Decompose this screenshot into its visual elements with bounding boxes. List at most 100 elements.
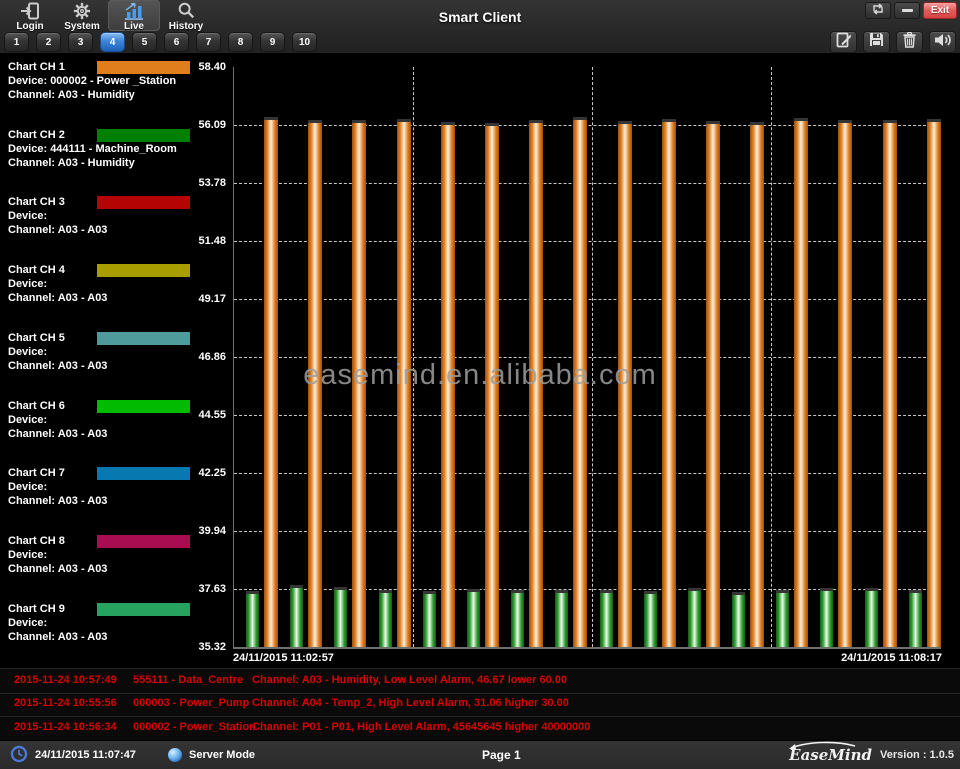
channel-color-swatch <box>97 196 190 209</box>
orange-bar <box>573 117 587 647</box>
exit-button[interactable]: Exit <box>923 2 957 19</box>
channel-entry[interactable]: Chart CH 4Device:Channel: A03 - A03 <box>8 263 192 309</box>
orange-bar <box>397 119 411 647</box>
h-gridline <box>234 183 941 184</box>
green-bar <box>379 590 392 647</box>
channel-entry[interactable]: Chart CH 3Device:Channel: A03 - A03 <box>8 195 192 241</box>
nav-item-history[interactable]: History <box>160 0 212 31</box>
h-gridline <box>234 415 941 416</box>
brand-name: EaseMind <box>789 746 872 764</box>
channel-device: Device: <box>8 480 192 494</box>
nav-items: LoginSystemLive History <box>4 0 212 31</box>
channel-entry[interactable]: Chart CH 7Device:Channel: A03 - A03 <box>8 466 192 512</box>
nav-item-system[interactable]: System <box>56 0 108 31</box>
channel-channel: Channel: A03 - Humidity <box>8 88 192 102</box>
speaker-icon <box>934 32 952 53</box>
y-tick-label: 42.25 <box>180 466 226 480</box>
orange-bar <box>706 121 720 647</box>
system-icon <box>72 2 92 20</box>
channel-entry[interactable]: Chart CH 2Device: 444111 - Machine_RoomC… <box>8 128 192 174</box>
orange-bar <box>662 119 676 647</box>
tab-6[interactable]: 6 <box>164 32 189 52</box>
green-bar <box>555 590 568 647</box>
channel-color-swatch <box>97 129 190 142</box>
server-status-icon <box>168 748 182 762</box>
alarm-row[interactable]: 2015-11-24 10:55:56000003 - Power_PumpCh… <box>0 692 960 717</box>
tab-4[interactable]: 4 <box>100 32 125 52</box>
channel-channel: Channel: A03 - A03 <box>8 494 192 508</box>
orange-bar <box>750 122 764 647</box>
orange-bar <box>308 120 322 647</box>
status-bar: 24/11/2015 11:07:47 Server Mode Page 1 E… <box>0 740 960 769</box>
nav-item-live[interactable]: Live <box>108 0 160 31</box>
tab-9[interactable]: 9 <box>260 32 285 52</box>
v-gridline <box>592 67 593 647</box>
volume-button[interactable] <box>929 31 956 53</box>
channel-entry[interactable]: Chart CH 9Device:Channel: A03 - A03 <box>8 602 192 648</box>
channel-channel: Channel: A03 - A03 <box>8 427 192 441</box>
orange-bar <box>883 120 897 647</box>
orange-bar <box>529 120 543 647</box>
channel-device: Device: <box>8 209 192 223</box>
green-bar <box>820 588 833 647</box>
alarm-row[interactable]: 2015-11-24 10:57:49555111 - Data_CentreC… <box>0 668 960 694</box>
minimize-icon <box>902 9 913 12</box>
channel-device: Device: <box>8 345 192 359</box>
h-gridline <box>234 125 941 126</box>
channel-entry[interactable]: Chart CH 5Device:Channel: A03 - A03 <box>8 331 192 377</box>
green-bar <box>290 585 303 647</box>
bar-chart-plot[interactable] <box>233 67 941 649</box>
history-icon <box>176 2 196 20</box>
switch-window-button[interactable] <box>865 2 891 19</box>
alarm-device: 000003 - Power_Pump <box>133 697 249 709</box>
channel-entry[interactable]: Chart CH 6Device:Channel: A03 - A03 <box>8 399 192 445</box>
channel-channel: Channel: A03 - A03 <box>8 630 192 644</box>
header-bar: LoginSystemLiveHistory Smart Client Exit… <box>0 0 960 54</box>
tab-2[interactable]: 2 <box>36 32 61 52</box>
page-indicator: Page 1 <box>482 741 521 769</box>
channel-entry[interactable]: Chart CH 8Device:Channel: A03 - A03 <box>8 534 192 580</box>
alarm-time: 2015-11-24 10:56:34 <box>14 721 117 733</box>
edit-button[interactable] <box>830 31 857 53</box>
channel-color-swatch <box>97 603 190 616</box>
nav-item-login[interactable]: Login <box>4 0 56 31</box>
y-tick-label: 39.94 <box>180 524 226 538</box>
tab-10[interactable]: 10 <box>292 32 317 52</box>
page-tabs: 123456789 10 <box>4 32 317 52</box>
v-gridline <box>771 67 772 647</box>
save-button[interactable] <box>863 31 890 53</box>
y-tick-label: 58.40 <box>180 60 226 74</box>
y-tick-label: 46.86 <box>180 350 226 364</box>
switch-window-icon <box>871 2 885 20</box>
alarm-device: 555111 - Data_Centre <box>133 674 243 686</box>
y-tick-label: 51.48 <box>180 234 226 248</box>
x-axis-end-label: 24/11/2015 11:08:17 <box>841 652 942 664</box>
channel-device: Device: <box>8 616 192 630</box>
h-gridline <box>234 299 941 300</box>
tab-8[interactable]: 8 <box>228 32 253 52</box>
alarm-time: 2015-11-24 10:57:49 <box>14 674 117 686</box>
green-bar <box>600 590 613 647</box>
tab-7[interactable]: 7 <box>196 32 221 52</box>
orange-bar <box>838 120 852 647</box>
live-icon <box>123 2 145 20</box>
nav-item-label: History <box>169 21 203 32</box>
orange-bar <box>794 118 808 647</box>
tab-5[interactable]: 5 <box>132 32 157 52</box>
channel-entry[interactable]: Chart CH 1Device: 000002 - Power _Statio… <box>8 60 192 106</box>
delete-button[interactable] <box>896 31 923 53</box>
y-axis-labels: 58.4056.0953.7851.4849.1746.8644.5542.25… <box>180 54 228 668</box>
orange-bar <box>352 120 366 647</box>
v-gridline <box>413 67 414 647</box>
edit-icon <box>835 32 853 53</box>
channel-color-swatch <box>97 535 190 548</box>
orange-bar <box>927 119 941 647</box>
channel-color-swatch <box>97 467 190 480</box>
y-tick-label: 37.63 <box>180 582 226 596</box>
orange-bar <box>485 123 499 647</box>
tab-1[interactable]: 1 <box>4 32 29 52</box>
alarm-time: 2015-11-24 10:55:56 <box>14 697 117 709</box>
minimize-button[interactable] <box>894 2 920 19</box>
y-tick-label: 49.17 <box>180 292 226 306</box>
tab-3[interactable]: 3 <box>68 32 93 52</box>
